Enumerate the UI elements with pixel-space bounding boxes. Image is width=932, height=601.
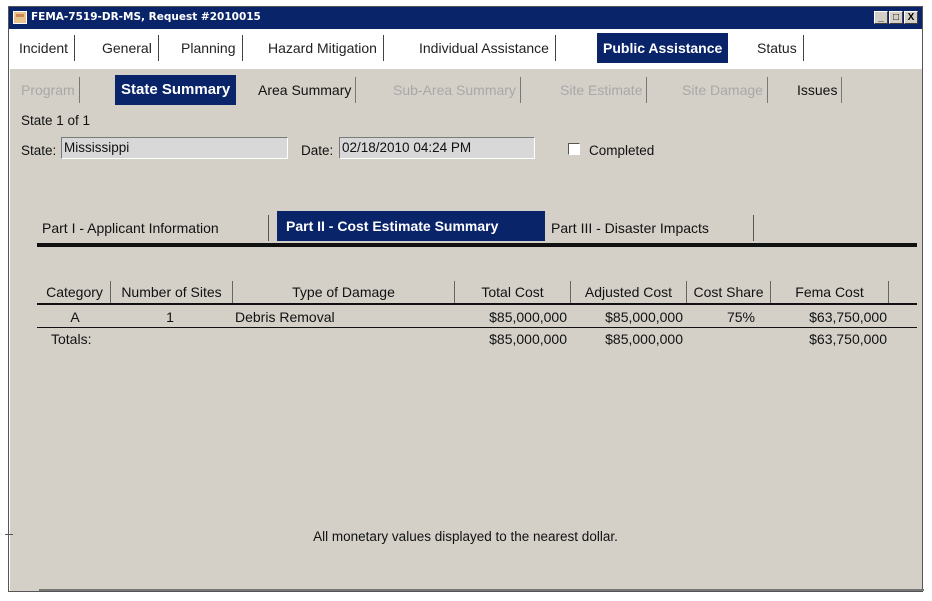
footnote: All monetary values displayed to the nea… — [313, 529, 618, 544]
subtab-program[interactable]: Program — [17, 77, 80, 103]
tab-status[interactable]: Status — [751, 35, 804, 61]
part-tab-divider — [753, 215, 754, 241]
cell-type: Debris Removal — [235, 309, 335, 325]
col-header-cost-share[interactable]: Cost Share — [687, 281, 771, 303]
table-header-line — [37, 303, 917, 305]
cell-sites: 1 — [166, 309, 174, 325]
tab-incident[interactable]: Incident — [13, 35, 76, 61]
col-header-fema-cost[interactable]: Fema Cost — [771, 281, 889, 303]
subtab-state-summary[interactable]: State Summary — [115, 75, 237, 105]
col-header-sites[interactable]: Number of Sites — [111, 281, 233, 303]
tab-general[interactable]: General — [96, 35, 159, 61]
tab-hazard-mitigation[interactable]: Hazard Mitigation — [262, 35, 384, 61]
bottom-divider — [39, 589, 924, 591]
tab-planning[interactable]: Planning — [175, 35, 243, 61]
totals-label: Totals: — [51, 331, 92, 347]
subtab-sub-area-summary[interactable]: Sub-Area Summary — [389, 77, 521, 103]
app-icon — [13, 11, 27, 24]
window-title: FEMA-7519-DR-MS, Request #2010015 — [31, 11, 261, 23]
date-label: Date: — [301, 143, 334, 158]
cell-adjusted-cost: $85,000,000 — [605, 309, 683, 325]
tab-individual-assistance[interactable]: Individual Assistance — [413, 35, 556, 61]
col-header-category[interactable]: Category — [39, 281, 111, 303]
cell-total-cost: $85,000,000 — [489, 309, 567, 325]
subtab-site-damage[interactable]: Site Damage — [678, 77, 768, 103]
title-bar[interactable]: FEMA-7519-DR-MS, Request #2010015 _ □ X — [9, 7, 922, 29]
application-window: FEMA-7519-DR-MS, Request #2010015 _ □ X … — [5, 6, 924, 592]
completed-checkbox[interactable] — [568, 143, 580, 155]
part-tab-divider — [268, 215, 269, 241]
subtab-area-summary[interactable]: Area Summary — [254, 77, 357, 103]
totals-line — [37, 327, 917, 328]
totals-adjusted-cost: $85,000,000 — [605, 331, 683, 347]
totals-total-cost: $85,000,000 — [489, 331, 567, 347]
close-button[interactable]: X — [904, 11, 918, 24]
state-field[interactable]: Mississippi — [61, 137, 288, 159]
subtab-site-estimate[interactable]: Site Estimate — [556, 77, 648, 103]
state-counter: State 1 of 1 — [21, 113, 91, 128]
cell-fema-cost: $63,750,000 — [809, 309, 887, 325]
tab-public-assistance[interactable]: Public Assistance — [597, 33, 729, 63]
col-header-total-cost[interactable]: Total Cost — [455, 281, 571, 303]
completed-label: Completed — [589, 143, 655, 158]
totals-fema-cost: $63,750,000 — [809, 331, 887, 347]
subtab-issues[interactable]: Issues — [793, 77, 843, 103]
minimize-button[interactable]: _ — [874, 11, 888, 24]
date-field[interactable]: 02/18/2010 04:24 PM — [339, 137, 535, 159]
state-label: State: — [21, 143, 57, 158]
part-tab-underline — [37, 243, 917, 247]
maximize-button[interactable]: □ — [889, 11, 903, 24]
part-tab-applicant-info[interactable]: Part I - Applicant Information — [42, 213, 219, 243]
part-tab-cost-estimate[interactable]: Part II - Cost Estimate Summary — [277, 211, 545, 241]
part-tab-disaster-impacts[interactable]: Part III - Disaster Impacts — [551, 213, 709, 243]
main-tab-bar: Incident General Planning Hazard Mitigat… — [9, 29, 922, 69]
col-header-adjusted-cost[interactable]: Adjusted Cost — [571, 281, 687, 303]
cell-category: A — [70, 309, 80, 325]
col-header-type[interactable]: Type of Damage — [233, 281, 455, 303]
left-edge-tick — [5, 534, 13, 535]
